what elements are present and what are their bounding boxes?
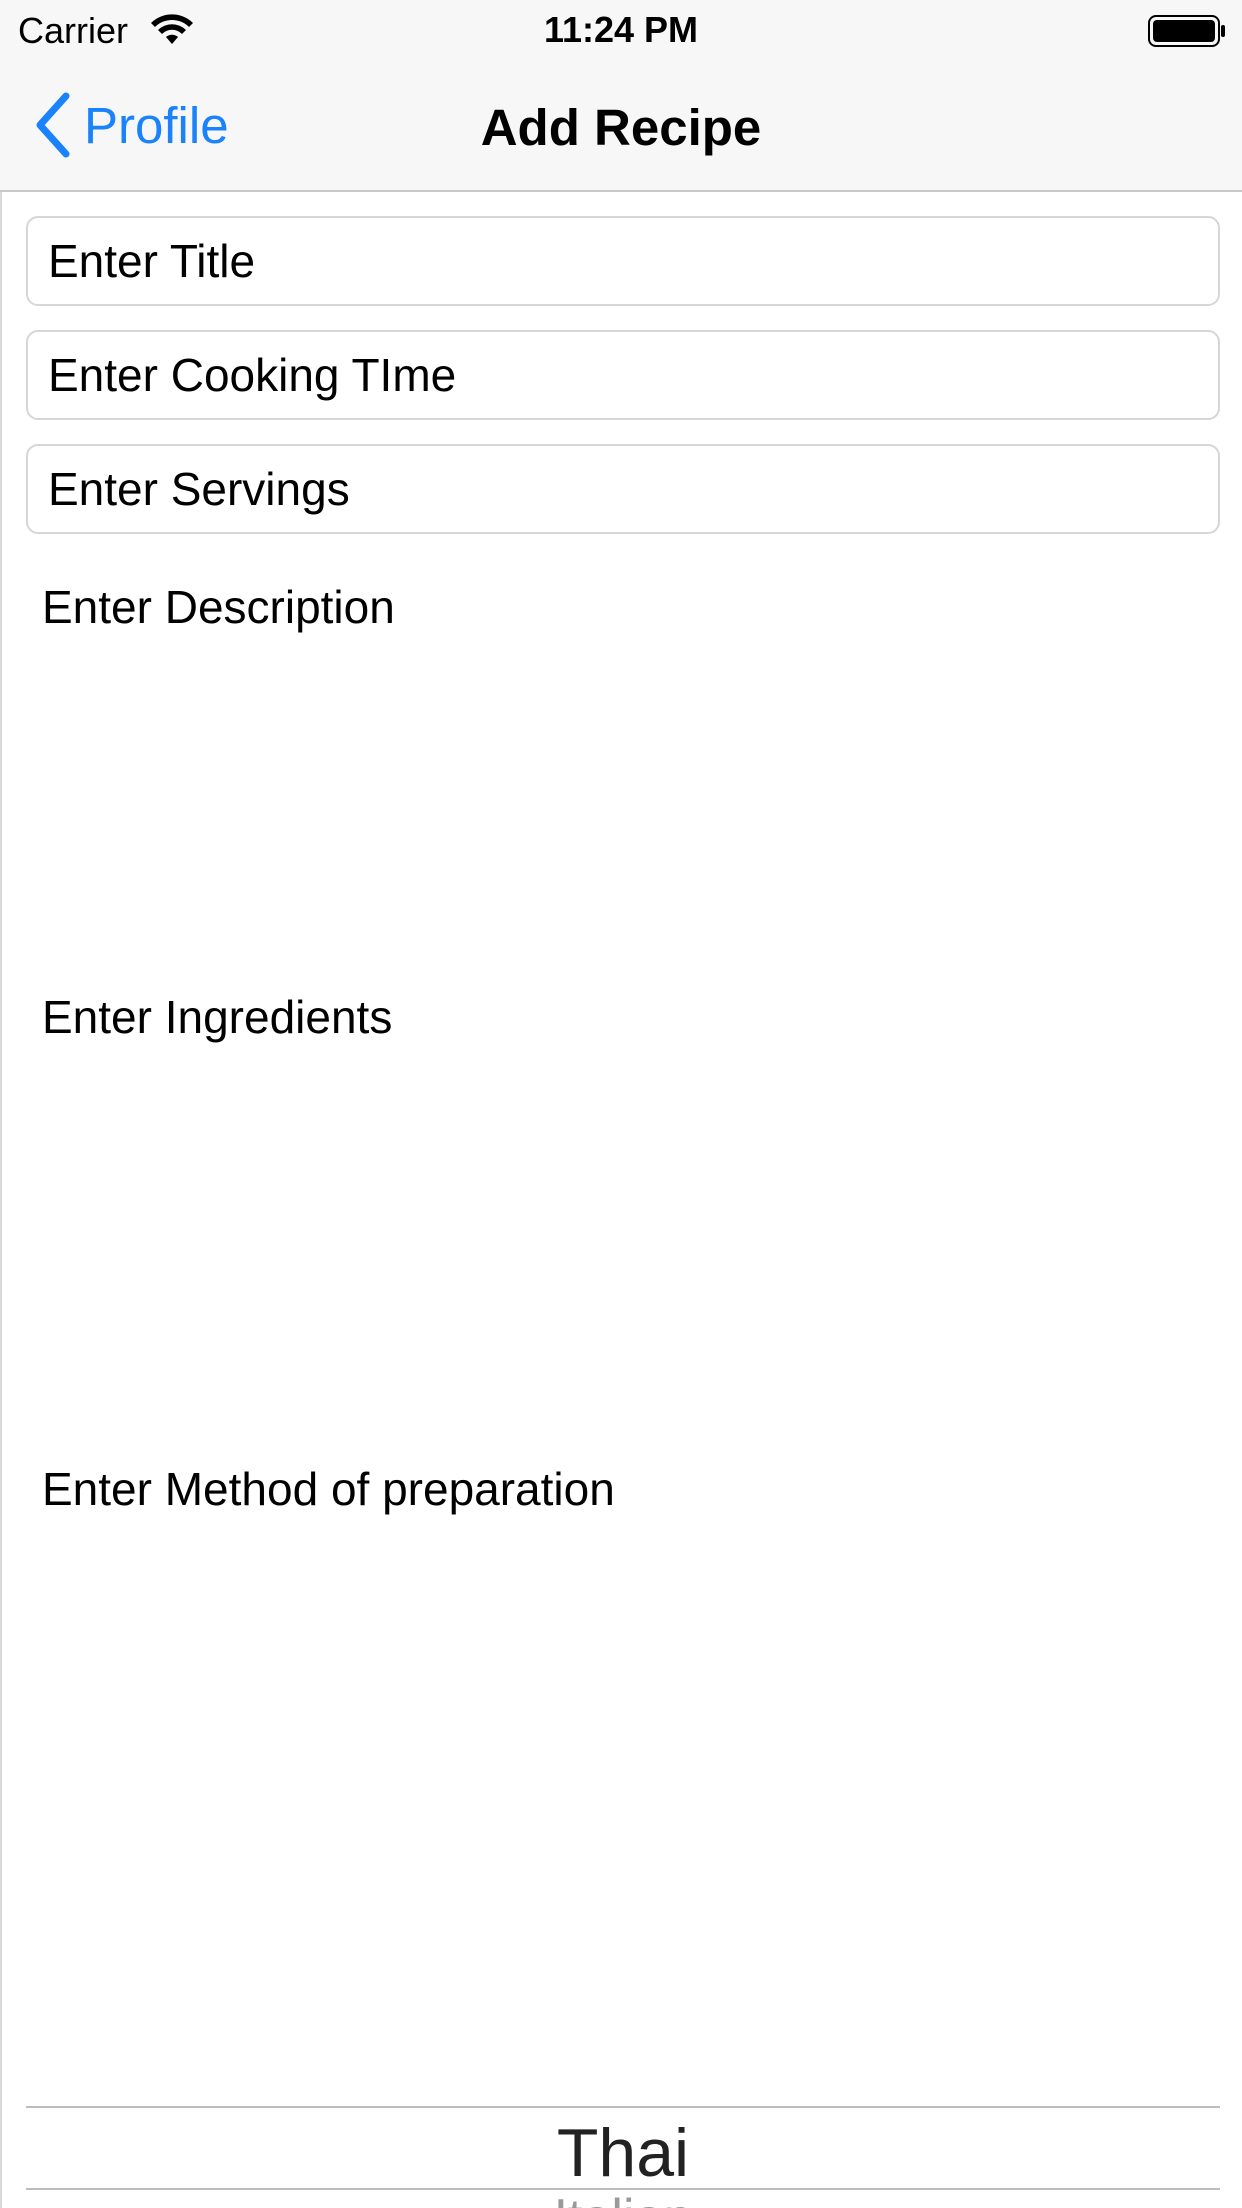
description-textarea[interactable]: Enter Description [26, 580, 1220, 634]
method-textarea[interactable]: Enter Method of preparation [26, 1462, 1220, 1516]
ingredients-textarea[interactable]: Enter Ingredients [26, 990, 1220, 1044]
cuisine-picker[interactable]: Thai Italian [26, 2106, 1220, 2208]
servings-field[interactable] [26, 444, 1220, 534]
picker-selected-option[interactable]: Thai [26, 2114, 1220, 2192]
page-title: Add Recipe [480, 99, 762, 156]
navigation-bar: Profile Add Recipe [0, 60, 1242, 192]
left-divider [0, 192, 2, 2208]
title-field[interactable] [26, 216, 1220, 306]
status-bar: Carrier 11:24 PM [0, 0, 1242, 60]
add-recipe-screen: Carrier 11:24 PM Profile Add Recipe Ente… [0, 0, 1242, 2208]
status-time: 11:24 PM [543, 9, 699, 50]
picker-next-option[interactable]: Italian [26, 2188, 1220, 2208]
cooking-time-field[interactable] [26, 330, 1220, 420]
cooking-time-input[interactable] [48, 348, 1218, 402]
battery-icon [1148, 15, 1225, 47]
servings-input[interactable] [48, 462, 1218, 516]
title-input[interactable] [48, 234, 1218, 288]
picker-divider-top [26, 2106, 1220, 2108]
